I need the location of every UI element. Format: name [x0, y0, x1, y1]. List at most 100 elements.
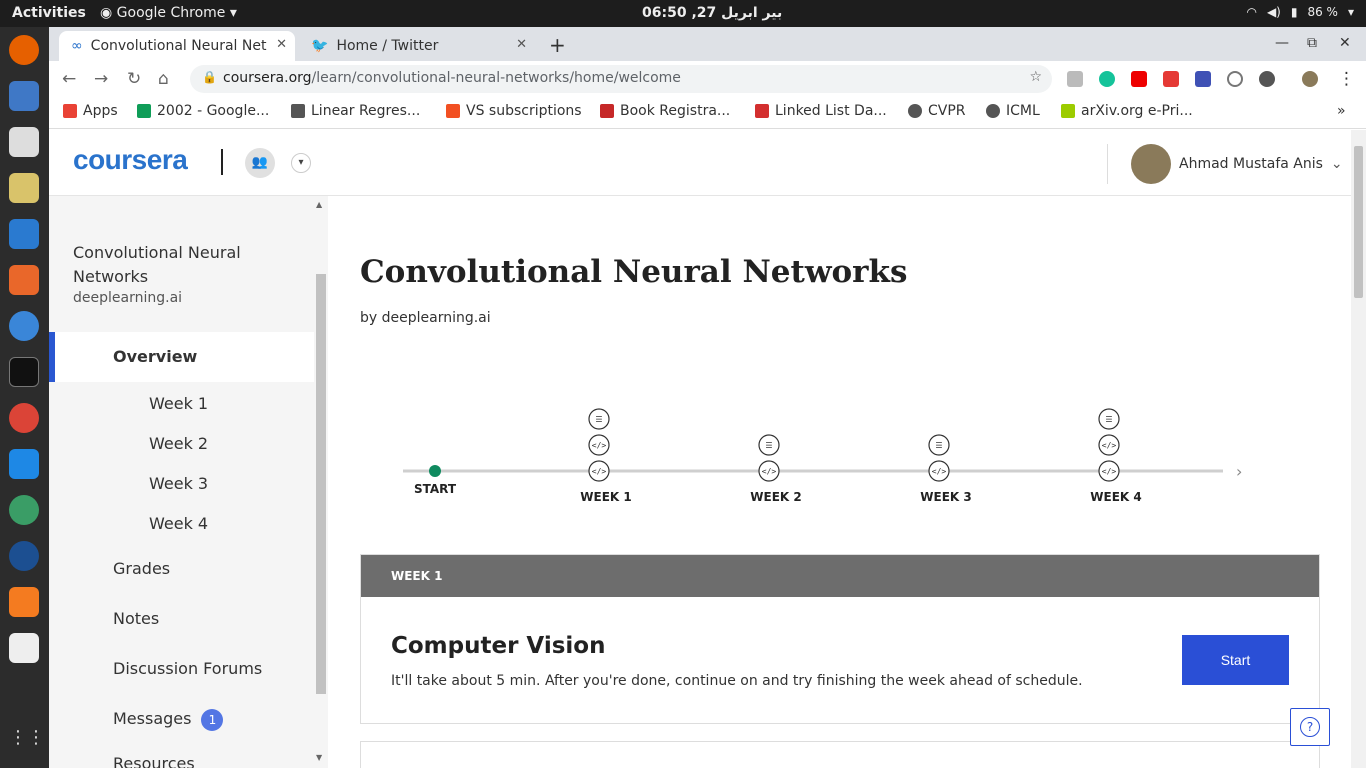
thunderbird-icon[interactable]: [9, 81, 39, 111]
extension-icon[interactable]: [1163, 71, 1179, 87]
home-button[interactable]: ⌂: [158, 69, 169, 89]
extension-icon[interactable]: [1195, 71, 1211, 87]
files-icon[interactable]: [9, 127, 39, 157]
show-apps-icon[interactable]: ⋮⋮: [9, 727, 45, 757]
code-icon[interactable]: [1098, 460, 1120, 482]
profile-avatar[interactable]: [1302, 71, 1318, 87]
scrollbar-thumb[interactable]: [1354, 146, 1363, 298]
more-bookmarks-icon[interactable]: »: [1337, 103, 1346, 119]
sidebar-item-week-2[interactable]: Week 2: [149, 434, 208, 453]
it-icon: [600, 104, 614, 118]
week-card-title[interactable]: Computer Vision: [391, 633, 605, 659]
chrome-dock-icon[interactable]: [9, 403, 39, 433]
firefox-icon[interactable]: [9, 35, 39, 65]
back-button[interactable]: ←: [62, 69, 76, 89]
close-icon[interactable]: ✕: [276, 37, 287, 52]
sidebar-item-week-1[interactable]: Week 1: [149, 394, 208, 413]
code-icon[interactable]: [758, 460, 780, 482]
rhythmbox-icon[interactable]: [9, 173, 39, 203]
bookmark-item[interactable]: 2002 - Google...: [137, 103, 269, 119]
bookmark-star-icon[interactable]: ☆: [1029, 69, 1042, 85]
close-window-button[interactable]: ✕: [1339, 35, 1351, 51]
course-title[interactable]: Convolutional Neural Networks: [73, 241, 273, 289]
new-tab-button[interactable]: +: [549, 33, 566, 57]
timeline-week-4[interactable]: ☰ </> </> WEEK 4: [1090, 408, 1142, 504]
sidebar-item-notes[interactable]: Notes: [113, 609, 159, 628]
reading-icon[interactable]: [758, 434, 780, 456]
tab-coursera[interactable]: ∞ Convolutional Neural Net ✕: [59, 31, 295, 61]
microsoft-icon: [446, 104, 460, 118]
reading-glyph: ☰: [595, 415, 602, 424]
menu-icon[interactable]: ⋮: [1338, 69, 1355, 89]
sidebar-item-week-3[interactable]: Week 3: [149, 474, 208, 493]
close-icon[interactable]: ✕: [516, 37, 527, 52]
help-button[interactable]: ?: [1290, 708, 1330, 746]
reading-icon[interactable]: [588, 408, 610, 430]
bookmark-item[interactable]: Apps: [63, 103, 118, 119]
sidebar-item-grades[interactable]: Grades: [113, 559, 170, 578]
bookmark-label: VS subscriptions: [466, 103, 582, 119]
bookmark-item[interactable]: ICML: [986, 103, 1040, 119]
bookmark-item[interactable]: Linear Regres...: [291, 103, 420, 119]
timeline-week-1[interactable]: ☰ </> </> WEEK 1: [580, 408, 632, 504]
bookmark-label: CVPR: [928, 103, 966, 119]
minimize-button[interactable]: —: [1275, 35, 1289, 51]
sidebar-item-messages[interactable]: Messages 1: [113, 709, 224, 731]
url-path: /learn/convolutional-neural-networks/hom…: [311, 70, 681, 86]
bookmark-item[interactable]: VS subscriptions: [446, 103, 582, 119]
bookmark-item[interactable]: CVPR: [908, 103, 966, 119]
code-glyph: </>: [932, 467, 947, 476]
sidebar-item-week-4[interactable]: Week 4: [149, 514, 208, 533]
address-bar[interactable]: 🔒 coursera.org/learn/convolutional-neura…: [190, 65, 1052, 93]
sidebar-scrollbar[interactable]: [316, 274, 326, 694]
code-icon[interactable]: [588, 434, 610, 456]
grammarly-icon[interactable]: [1099, 71, 1115, 87]
extension-icon[interactable]: [1227, 71, 1243, 87]
page-scrollbar[interactable]: [1351, 130, 1366, 768]
atom-icon[interactable]: [9, 495, 39, 525]
code-icon[interactable]: [1098, 434, 1120, 456]
help-icon: ?: [1300, 717, 1320, 737]
sidebar-item-discussion-forums[interactable]: Discussion Forums: [113, 659, 262, 678]
extension-icon[interactable]: [1259, 71, 1275, 87]
sidebar-item-overview[interactable]: Overview: [49, 332, 314, 382]
evince-icon[interactable]: [9, 633, 39, 663]
bookmark-item[interactable]: arXiv.org e-Pri...: [1061, 103, 1193, 119]
vscode-icon[interactable]: [9, 449, 39, 479]
group-icon[interactable]: 👥: [245, 148, 275, 178]
code-icon[interactable]: [588, 460, 610, 482]
app-icon[interactable]: [9, 541, 39, 571]
writer-icon[interactable]: [9, 219, 39, 249]
url-host: coursera.org: [223, 70, 312, 86]
reading-icon[interactable]: [928, 434, 950, 456]
clock[interactable]: بير ابريل 27, 06:50: [642, 5, 782, 21]
sidebar-item-resources[interactable]: Resources: [113, 754, 195, 768]
scroll-down-icon[interactable]: ▼: [316, 753, 322, 762]
bookmark-item[interactable]: Linked List Da...: [755, 103, 887, 119]
tab-twitter[interactable]: 🐦 Home / Twitter ✕: [299, 31, 535, 61]
start-button[interactable]: Start: [1182, 635, 1289, 685]
system-tray[interactable]: ◠ ◀) ▮ 86 % ▾: [1246, 5, 1354, 19]
coursera-logo[interactable]: coursera: [73, 144, 188, 176]
terminal-icon[interactable]: [9, 357, 39, 387]
extension-icon[interactable]: [1067, 71, 1083, 87]
chevron-down-icon[interactable]: ▾: [291, 153, 311, 173]
bookmark-item[interactable]: Book Registra...: [600, 103, 730, 119]
forward-button[interactable]: →: [94, 69, 108, 89]
user-menu[interactable]: Ahmad Mustafa Anis ⌄: [1131, 144, 1343, 184]
week-card-header: WEEK 1: [361, 555, 1319, 597]
scroll-up-icon[interactable]: ▲: [316, 200, 322, 209]
app-menu[interactable]: ◉ Google Chrome ▾: [100, 5, 237, 21]
timeline-week-3[interactable]: ☰ </> WEEK 3: [920, 434, 972, 504]
timeline-week-2[interactable]: ☰ </> WEEK 2: [750, 434, 802, 504]
sublime-icon[interactable]: [9, 587, 39, 617]
software-center-icon[interactable]: [9, 265, 39, 295]
restore-button[interactable]: ⧉: [1307, 35, 1317, 51]
adblock-icon[interactable]: [1131, 71, 1147, 87]
bookmark-label: Linked List Da...: [775, 103, 887, 119]
reading-icon[interactable]: [1098, 408, 1120, 430]
code-icon[interactable]: [928, 460, 950, 482]
reload-button[interactable]: ↻: [127, 69, 141, 89]
activities-button[interactable]: Activities: [12, 5, 86, 21]
help-icon[interactable]: [9, 311, 39, 341]
